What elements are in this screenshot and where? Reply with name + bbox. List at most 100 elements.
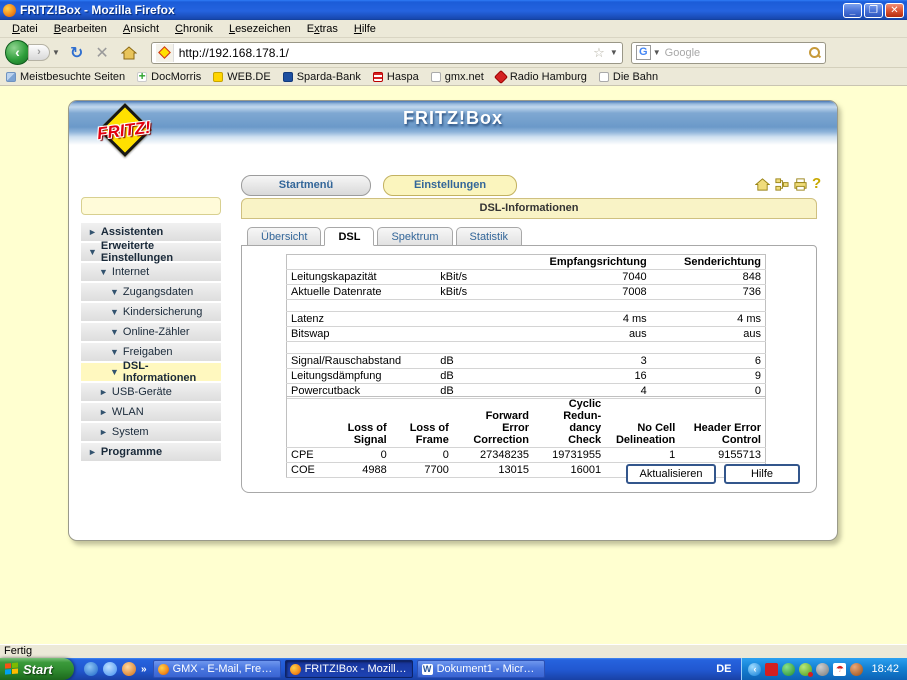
ie2-quicklaunch-icon[interactable] — [103, 662, 117, 676]
tray-pdf-icon[interactable] — [765, 663, 778, 676]
sidebar-item-internet[interactable]: ▼Internet — [81, 263, 221, 281]
sidebar-item-system[interactable]: ►System — [81, 423, 221, 441]
bookmark-radio-hamburg[interactable]: Radio Hamburg — [496, 71, 587, 83]
forward-button[interactable]: › — [28, 44, 50, 61]
tx-value: 848 — [651, 270, 766, 285]
bookmark-gmx-net[interactable]: gmx.net — [431, 71, 484, 83]
menu-ansicht[interactable]: Ansicht — [115, 21, 167, 37]
bookmark-meistbesuchte-seiten[interactable]: Meistbesuchte Seiten — [6, 71, 125, 83]
dsl-col-header — [436, 255, 516, 270]
tab-startmenu[interactable]: Startmenü — [241, 175, 371, 196]
rx-value: aus — [516, 327, 651, 342]
media-quicklaunch-icon[interactable] — [122, 662, 136, 676]
tray-green2-icon[interactable] — [799, 663, 812, 676]
menu-extras[interactable]: Extras — [299, 21, 346, 37]
search-box[interactable]: G ▼ Google — [631, 42, 826, 64]
url-text[interactable]: http://192.168.178.1/ — [179, 46, 593, 60]
quicklaunch-overflow-icon[interactable]: » — [141, 664, 147, 675]
engine-dropdown-icon[interactable]: ▼ — [653, 48, 661, 57]
row-label: COE — [287, 463, 327, 478]
sidebar-item-assistenten[interactable]: ►Assistenten — [81, 223, 221, 241]
bookmark-haspa[interactable]: Haspa — [373, 71, 419, 83]
language-indicator[interactable]: DE — [716, 663, 731, 675]
rx-value: 16 — [516, 369, 651, 384]
menu-bearbeiten[interactable]: Bearbeiten — [46, 21, 115, 37]
bookmark-star-icon[interactable]: ☆ — [593, 45, 605, 61]
sidebar-item-freigaben[interactable]: ▼Freigaben — [81, 343, 221, 361]
bookmark-label: Sparda-Bank — [297, 71, 361, 83]
content-tab-bersicht[interactable]: Übersicht — [247, 227, 321, 246]
content-tab-dsl[interactable]: DSL — [324, 227, 374, 246]
bookmark-web-de[interactable]: WEB.DE — [213, 71, 270, 83]
table-row: CPE00273482351973195519155713 — [287, 448, 766, 463]
home-icon[interactable] — [755, 177, 770, 192]
page-icon — [599, 72, 609, 82]
radio-icon — [494, 69, 508, 83]
minimize-button[interactable]: _ — [843, 3, 862, 18]
row-unit: kBit/s — [436, 270, 516, 285]
help-button[interactable]: Hilfe — [724, 464, 800, 484]
help-icon[interactable]: ? — [812, 176, 821, 192]
feed-folder-icon — [6, 72, 16, 82]
fritzbox-page: FRITZ!Box FRITZ! Startmenü Einstellungen… — [68, 100, 838, 541]
tray-green1-icon[interactable] — [782, 663, 795, 676]
sidebar-item-erweiterte-einstellungen[interactable]: ▼Erweiterte Einstellungen — [81, 243, 221, 261]
sitemap-icon[interactable] — [774, 177, 789, 192]
sidebar-item-usb-ger-te[interactable]: ►USB-Geräte — [81, 383, 221, 401]
row-label: Latenz — [287, 312, 437, 327]
taskbar-clock[interactable]: 18:42 — [871, 663, 899, 675]
error-value: 13015 — [453, 463, 533, 478]
sidebar-item-dsl-informationen[interactable]: ▼DSL-Informationen — [81, 363, 221, 381]
taskbar-window-label: FRITZ!Box - Mozilla Fi... — [305, 663, 408, 675]
bookmark-docmorris[interactable]: DocMorris — [137, 71, 201, 83]
menu-datei[interactable]: Datei — [4, 21, 46, 37]
history-dropdown-icon[interactable]: ▼ — [52, 48, 60, 57]
bookmarks-bar: Meistbesuchte Seiten DocMorris WEB.DE Spard… — [0, 68, 907, 86]
search-input[interactable]: Google — [665, 47, 808, 59]
close-button[interactable]: ✕ — [885, 3, 904, 18]
google-engine-icon[interactable]: G — [636, 45, 651, 60]
bookmark-die-bahn[interactable]: Die Bahn — [599, 71, 658, 83]
home-button[interactable] — [121, 45, 137, 61]
tab-einstellungen[interactable]: Einstellungen — [383, 175, 517, 196]
url-bar[interactable]: http://192.168.178.1/ ☆ ▼ — [151, 42, 623, 64]
taskbar-window-fritz-box[interactable]: FRITZ!Box - Mozilla Fi... — [285, 660, 413, 678]
chevron-right-icon: ► — [88, 447, 97, 457]
header-icon-row: ? — [755, 175, 819, 193]
taskbar-window-gmx[interactable]: GMX - E-Mail, FreeMai... — [153, 660, 281, 678]
menu-lesezeichen[interactable]: Lesezeichen — [221, 21, 299, 37]
error-col-header: Loss of Signal — [327, 397, 391, 448]
window-titlebar[interactable]: FRITZ!Box - Mozilla Firefox _ ❐ ✕ — [0, 0, 907, 20]
back-button[interactable]: ‹ — [5, 40, 30, 65]
ie-quicklaunch-icon[interactable] — [84, 662, 98, 676]
restore-button[interactable]: ❐ — [864, 3, 883, 18]
print-icon[interactable] — [793, 177, 808, 192]
url-dropdown-icon[interactable]: ▼ — [610, 48, 618, 57]
sidebar-item-wlan[interactable]: ►WLAN — [81, 403, 221, 421]
navigation-toolbar: ‹ › ▼ ↻ ✕ http://192.168.178.1/ ☆ ▼ G ▼ … — [0, 38, 907, 68]
tray-collapse-icon[interactable]: ‹ — [748, 663, 761, 676]
sidebar-item-online-z-hler[interactable]: ▼Online-Zähler — [81, 323, 221, 341]
tray-gray-icon[interactable] — [816, 663, 829, 676]
refresh-button[interactable]: Aktualisieren — [626, 464, 716, 484]
reload-button[interactable]: ↻ — [70, 43, 83, 63]
taskbar-window-dokument1[interactable]: WDokument1 - Microsof... — [417, 660, 545, 678]
menu-chronik[interactable]: Chronik — [167, 21, 221, 37]
content-tab-spektrum[interactable]: Spektrum — [377, 227, 452, 246]
tray-avira-icon[interactable]: ☂ — [833, 663, 846, 676]
stop-button[interactable]: ✕ — [95, 43, 108, 63]
sidebar-item-kindersicherung[interactable]: ▼Kindersicherung — [81, 303, 221, 321]
green-cross-icon — [137, 72, 147, 82]
tray-update-icon[interactable] — [850, 663, 863, 676]
bookmark-sparda-bank[interactable]: Sparda-Bank — [283, 71, 361, 83]
content-tab-statistik[interactable]: Statistik — [456, 227, 523, 246]
row-label: Bitswap — [287, 327, 437, 342]
start-button[interactable]: Start — [0, 658, 74, 680]
menu-hilfe[interactable]: Hilfe — [346, 21, 384, 37]
sidebar-item-label: Erweiterte Einstellungen — [101, 240, 221, 264]
search-icon[interactable] — [808, 46, 821, 59]
rx-value: 3 — [516, 354, 651, 369]
sidebar-item-zugangsdaten[interactable]: ▼Zugangsdaten — [81, 283, 221, 301]
status-text: Fertig — [4, 645, 32, 657]
sidebar-item-programme[interactable]: ►Programme — [81, 443, 221, 461]
